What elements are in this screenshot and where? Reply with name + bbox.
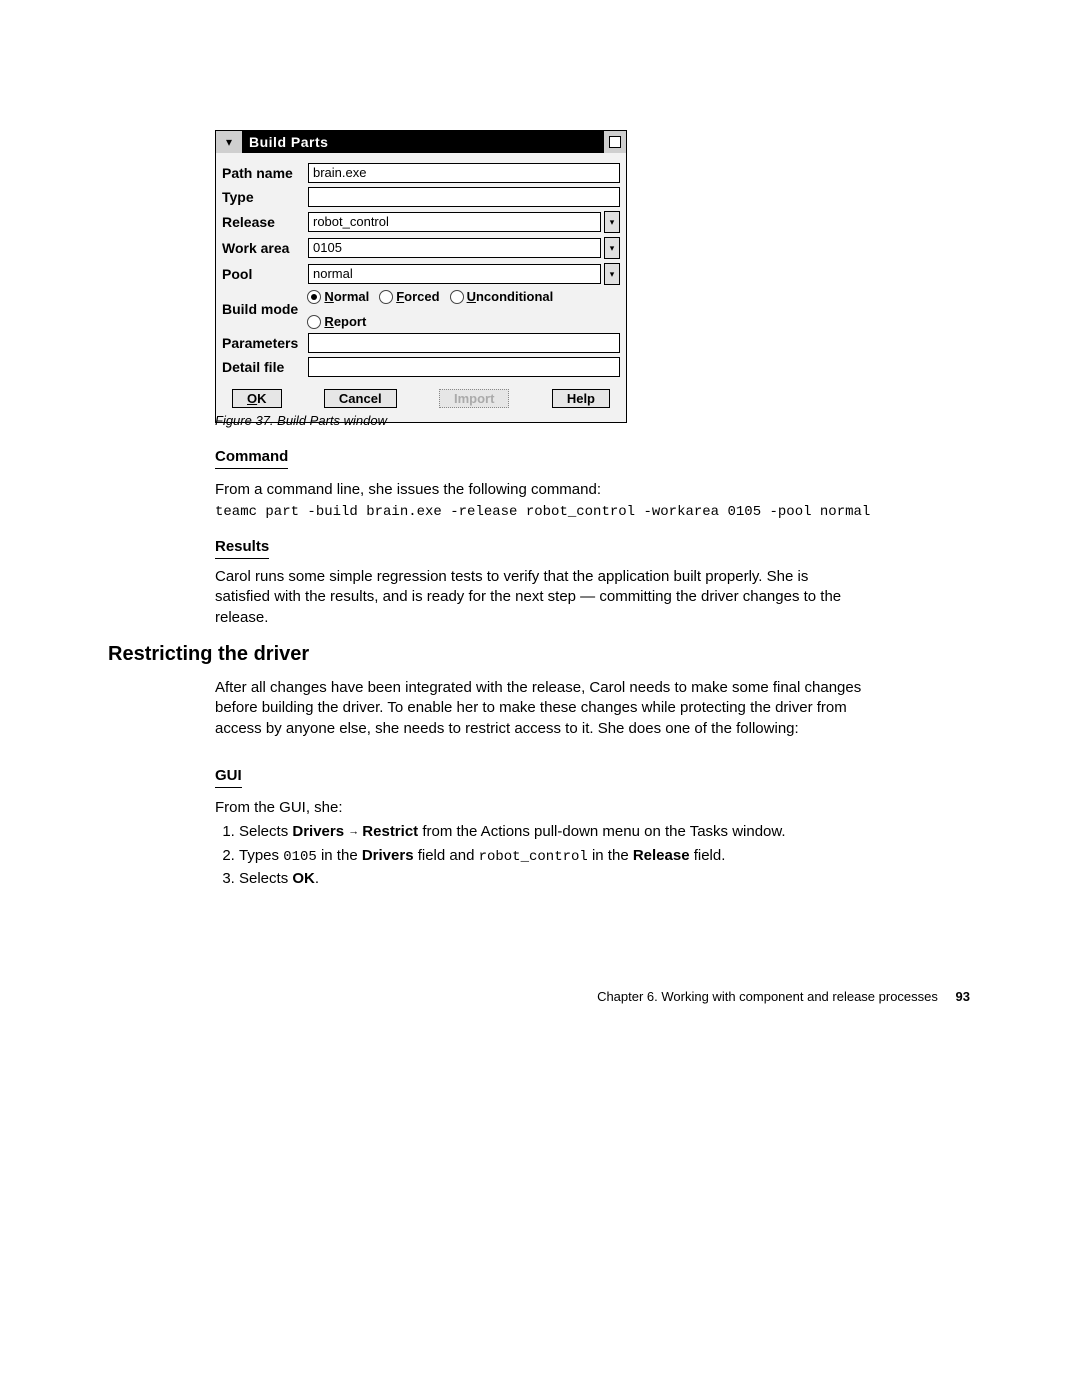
titlebar: ▾ Build Parts <box>216 131 626 153</box>
detailfile-label: Detail file <box>222 359 308 375</box>
radio-label: orced <box>404 289 439 304</box>
system-menu-icon[interactable]: ▾ <box>216 131 243 153</box>
footer-page: 93 <box>956 989 970 1004</box>
cancel-button[interactable]: Cancel <box>324 389 397 408</box>
type-input[interactable] <box>308 187 620 207</box>
footer: Chapter 6. Working with component and re… <box>597 989 970 1004</box>
parameters-input[interactable] <box>308 333 620 353</box>
results-heading: Results <box>215 537 865 565</box>
command-code: teamc part -build brain.exe -release rob… <box>215 503 865 522</box>
type-label: Type <box>222 189 308 205</box>
workarea-dropdown-icon[interactable]: ▾ <box>604 237 620 259</box>
results-text: Carol runs some simple regression tests … <box>215 567 865 628</box>
radio-label: eport <box>334 314 367 329</box>
release-dropdown-icon[interactable]: ▾ <box>604 211 620 233</box>
restrict-heading: Restricting the driver <box>108 643 309 666</box>
buildmode-label: Build mode <box>222 301 307 317</box>
buildmode-report[interactable]: Report <box>307 314 366 329</box>
radio-label: nconditional <box>476 289 553 304</box>
footer-chapter: Chapter 6. Working with component and re… <box>597 989 938 1004</box>
detailfile-input[interactable] <box>308 357 620 377</box>
ok-button[interactable]: OK <box>232 389 282 408</box>
workarea-input[interactable]: 0105 <box>308 238 601 258</box>
release-label: Release <box>222 214 308 230</box>
page: ▾ Build Parts Path name brain.exe Type R… <box>0 0 1080 1397</box>
gui-step-2: Types 0105 in the Drivers field and robo… <box>239 846 865 867</box>
gui-text: From the GUI, she: Selects Drivers → Res… <box>215 798 865 893</box>
release-input[interactable]: robot_control <box>308 212 601 232</box>
buildmode-normal[interactable]: Normal <box>307 289 369 304</box>
window-title: Build Parts <box>243 134 603 150</box>
buildmode-forced[interactable]: Forced <box>379 289 439 304</box>
form-area: Path name brain.exe Type Release robot_c… <box>216 153 626 422</box>
workarea-label: Work area <box>222 240 308 256</box>
pathname-label: Path name <box>222 165 308 181</box>
gui-intro: From the GUI, she: <box>215 799 343 816</box>
pool-dropdown-icon[interactable]: ▾ <box>604 263 620 285</box>
command-heading: Command <box>215 447 865 475</box>
pathname-input[interactable]: brain.exe <box>308 163 620 183</box>
gui-steps: Selects Drivers → Restrict from the Acti… <box>215 822 865 889</box>
import-button[interactable]: Import <box>439 389 509 408</box>
help-button[interactable]: Help <box>552 389 610 408</box>
buildmode-unconditional[interactable]: Unconditional <box>450 289 554 304</box>
restrict-text: After all changes have been integrated w… <box>215 678 865 739</box>
button-row: OK Cancel Import Help <box>222 381 620 412</box>
command-intro: From a command line, she issues the foll… <box>215 480 865 500</box>
buildmode-radios: Normal Forced Unconditional Report <box>307 289 620 329</box>
gui-heading: GUI <box>215 766 865 794</box>
figure-caption: Figure 37. Build Parts window <box>215 412 865 430</box>
pool-input[interactable]: normal <box>308 264 601 284</box>
maximize-icon[interactable] <box>603 131 626 153</box>
gui-step-1: Selects Drivers → Restrict from the Acti… <box>239 822 865 842</box>
build-parts-window: ▾ Build Parts Path name brain.exe Type R… <box>215 130 627 423</box>
parameters-label: Parameters <box>222 335 308 351</box>
pool-label: Pool <box>222 266 308 282</box>
radio-label: ormal <box>334 289 369 304</box>
gui-step-3: Selects OK. <box>239 869 865 889</box>
